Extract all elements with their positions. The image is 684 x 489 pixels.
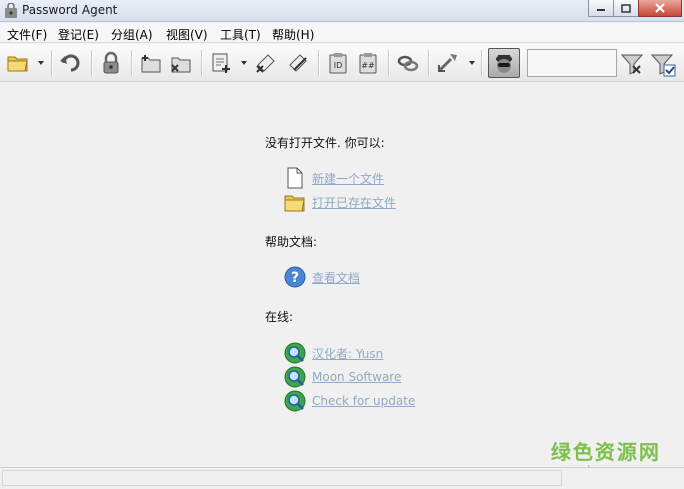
maximize-button[interactable]: [613, 0, 639, 17]
help-icon: ?: [284, 266, 306, 288]
menu-tools[interactable]: 工具(T): [220, 26, 261, 43]
menu-file[interactable]: 文件(F): [7, 26, 47, 43]
new-file-link[interactable]: 新建一个文件: [312, 170, 384, 187]
moon-software-row[interactable]: Moon Software: [284, 366, 401, 388]
menu-help[interactable]: 帮助(H): [272, 26, 314, 43]
close-button[interactable]: [638, 0, 682, 17]
window-controls: [588, 0, 682, 18]
toolbar-separator: [428, 50, 429, 76]
help-heading: 帮助文档:: [265, 235, 318, 249]
copy-id-icon[interactable]: ID: [326, 51, 350, 75]
filter-icon[interactable]: [620, 52, 644, 76]
web-search-icon: [284, 366, 306, 388]
window-title: Password Agent: [22, 3, 118, 17]
new-file-icon: [287, 167, 303, 189]
add-entry-icon[interactable]: [209, 51, 233, 75]
minimize-button[interactable]: [588, 0, 614, 17]
toolbar-separator: [91, 50, 92, 76]
open-folder-icon[interactable]: [6, 51, 30, 75]
title-bar: Password Agent: [0, 0, 684, 22]
open-dropdown-arrow[interactable]: [38, 61, 44, 65]
add-entry-dropdown-arrow[interactable]: [241, 61, 247, 65]
toolbar-separator: [201, 50, 202, 76]
edit-entry-icon[interactable]: [286, 51, 310, 75]
filter-checked-icon[interactable]: [650, 52, 676, 78]
delete-entry-icon[interactable]: [254, 51, 278, 75]
tools-icon[interactable]: [436, 51, 460, 75]
toolbar-separator: [131, 50, 132, 76]
toolbar-separator: [388, 50, 389, 76]
open-file-row[interactable]: 打开已存在文件: [284, 191, 396, 213]
copy-password-icon[interactable]: ##: [356, 51, 380, 75]
toolbar-separator: [318, 50, 319, 76]
run-link-icon[interactable]: [396, 51, 420, 75]
menu-bar: 文件(F) 登记(E) 分组(A) 视图(V) 工具(T) 帮助(H): [0, 23, 684, 43]
toolbar-separator: [481, 50, 482, 76]
web-search-icon: [284, 390, 306, 412]
spy-toggle-button[interactable]: [488, 48, 520, 78]
maximize-icon: [621, 3, 631, 13]
toolbar-separator: [51, 50, 52, 76]
tools-dropdown-arrow[interactable]: [469, 61, 475, 65]
open-folder-icon: [284, 195, 305, 212]
translator-row[interactable]: 汉化者: Yusn: [284, 342, 383, 364]
undo-icon[interactable]: [59, 51, 83, 75]
status-bar: [0, 467, 684, 489]
svg-text:##: ##: [361, 61, 375, 70]
translator-link[interactable]: 汉化者: Yusn: [312, 345, 383, 362]
view-docs-link[interactable]: 查看文档: [312, 269, 360, 286]
moon-software-link[interactable]: Moon Software: [312, 370, 401, 384]
start-page: 没有打开文件. 你可以: 新建一个文件 打开已存在文件 帮助文档: ? 查看文档…: [0, 83, 684, 467]
svg-text:ID: ID: [334, 61, 343, 70]
svg-text:?: ?: [291, 270, 299, 286]
web-search-icon: [284, 342, 306, 364]
new-group-icon[interactable]: [139, 51, 163, 75]
menu-entry[interactable]: 登记(E): [58, 26, 99, 43]
menu-group[interactable]: 分组(A): [111, 26, 153, 43]
delete-group-icon[interactable]: [169, 51, 193, 75]
minimize-icon: [597, 9, 605, 11]
online-heading: 在线:: [265, 310, 294, 324]
watermark-main-text: 绿色资源网: [550, 440, 661, 464]
check-update-row[interactable]: Check for update: [284, 390, 415, 412]
new-file-row[interactable]: 新建一个文件: [284, 167, 384, 189]
close-icon: [655, 3, 665, 13]
open-file-link[interactable]: 打开已存在文件: [312, 194, 396, 211]
menu-view[interactable]: 视图(V): [166, 26, 208, 43]
check-update-link[interactable]: Check for update: [312, 394, 415, 408]
status-cell: [2, 470, 562, 486]
no-file-heading: 没有打开文件. 你可以:: [265, 136, 385, 150]
view-docs-row[interactable]: ? 查看文档: [284, 266, 360, 288]
spy-icon: [496, 55, 512, 73]
lock-icon[interactable]: [99, 51, 123, 75]
app-logo-icon: [5, 3, 17, 18]
search-input[interactable]: [527, 49, 617, 77]
